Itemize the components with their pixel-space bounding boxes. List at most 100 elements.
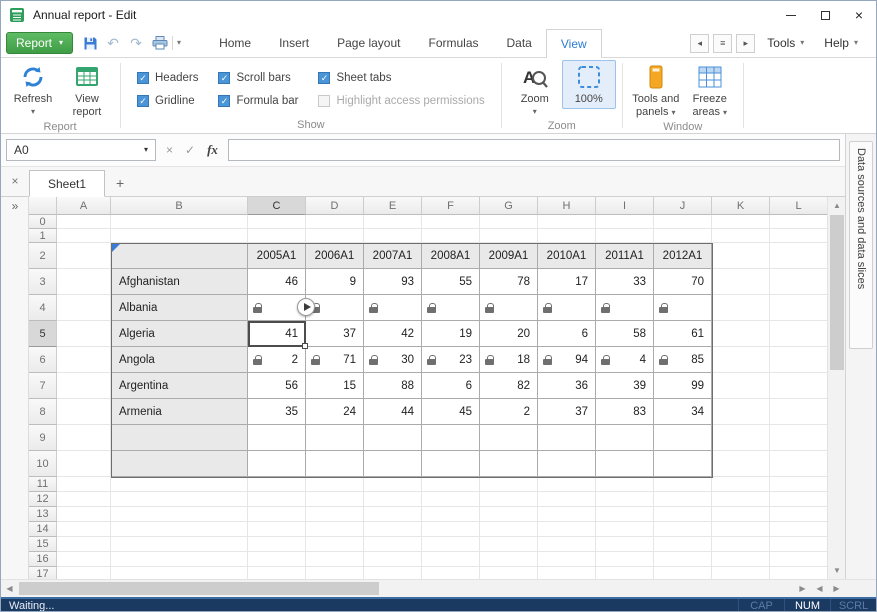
cell-L6[interactable] — [770, 347, 827, 373]
table-empty-cell-F10[interactable] — [422, 451, 480, 477]
cell-A7[interactable] — [57, 373, 111, 399]
confirm-entry-button[interactable]: ✓ — [185, 143, 195, 157]
report-menu-button[interactable]: Report ▾ — [6, 32, 73, 54]
cell-E13[interactable] — [364, 507, 422, 522]
cell-L7[interactable] — [770, 373, 827, 399]
table-corner-cell[interactable] — [111, 243, 248, 269]
column-header-F[interactable]: F — [422, 197, 480, 215]
cell-F12[interactable] — [422, 492, 480, 507]
table-empty-cell-H10[interactable] — [538, 451, 596, 477]
cell-B14[interactable] — [111, 522, 248, 537]
checkbox-box-sheet-tabs[interactable]: ✓ — [318, 72, 330, 84]
cell-A13[interactable] — [57, 507, 111, 522]
cell-K10[interactable] — [712, 451, 770, 477]
value-cell-E8[interactable]: 44 — [364, 399, 422, 425]
scroll-up-button[interactable]: ▲ — [828, 197, 846, 214]
cell-J1[interactable] — [654, 229, 712, 243]
year-header-cell-E2[interactable]: 2007A1 — [364, 243, 422, 269]
cell-D14[interactable] — [306, 522, 364, 537]
year-header-cell-C2[interactable]: 2005A1 — [248, 243, 306, 269]
cell-K11[interactable] — [712, 477, 770, 492]
cell-G17[interactable] — [480, 567, 538, 579]
tools-and-panels-button[interactable]: Tools and panels▾ — [629, 60, 683, 121]
cell-L13[interactable] — [770, 507, 827, 522]
row-header-9[interactable]: 9 — [29, 425, 57, 451]
cell-D11[interactable] — [306, 477, 364, 492]
cell-J15[interactable] — [654, 537, 712, 552]
grid-corner[interactable] — [29, 197, 57, 215]
cell-F0[interactable] — [422, 215, 480, 229]
cell-A12[interactable] — [57, 492, 111, 507]
cell-K12[interactable] — [712, 492, 770, 507]
checkbox-formula-bar[interactable]: ✓Formula bar — [218, 95, 298, 107]
cell-I11[interactable] — [596, 477, 654, 492]
name-box[interactable]: A0 ▾ — [6, 139, 156, 161]
cell-C17[interactable] — [248, 567, 306, 579]
cell-K16[interactable] — [712, 552, 770, 567]
cell-L15[interactable] — [770, 537, 827, 552]
cell-K17[interactable] — [712, 567, 770, 579]
row-header-12[interactable]: 12 — [29, 492, 57, 507]
data-sources-panel-tab[interactable]: Data sources and data slices — [849, 141, 873, 349]
cell-B11[interactable] — [111, 477, 248, 492]
value-cell-F3[interactable]: 55 — [422, 269, 480, 295]
country-cell-argentina[interactable]: Argentina — [111, 373, 248, 399]
value-cell-J6[interactable]: 85 — [654, 347, 712, 373]
zoom-100-button[interactable]: 100% — [562, 60, 616, 109]
table-empty-cell-J10[interactable] — [654, 451, 712, 477]
cell-L12[interactable] — [770, 492, 827, 507]
cell-C14[interactable] — [248, 522, 306, 537]
cell-L14[interactable] — [770, 522, 827, 537]
value-cell-I8[interactable]: 83 — [596, 399, 654, 425]
cell-C0[interactable] — [248, 215, 306, 229]
cell-A6[interactable] — [57, 347, 111, 373]
checkbox-box-scroll-bars[interactable]: ✓ — [218, 72, 230, 84]
table-empty-cell-G9[interactable] — [480, 425, 538, 451]
value-cell-J3[interactable]: 70 — [654, 269, 712, 295]
cell-A4[interactable] — [57, 295, 111, 321]
cell-F14[interactable] — [422, 522, 480, 537]
row-header-6[interactable]: 6 — [29, 347, 57, 373]
table-empty-cell-E9[interactable] — [364, 425, 422, 451]
value-cell-J8[interactable]: 34 — [654, 399, 712, 425]
cell-D15[interactable] — [306, 537, 364, 552]
country-cell-afghanistan[interactable]: Afghanistan — [111, 269, 248, 295]
cell-A8[interactable] — [57, 399, 111, 425]
horizontal-scroll-thumb[interactable] — [19, 582, 379, 595]
value-cell-J4[interactable] — [654, 295, 712, 321]
cell-D16[interactable] — [306, 552, 364, 567]
cell-A1[interactable] — [57, 229, 111, 243]
country-cell-algeria[interactable]: Algeria — [111, 321, 248, 347]
cell-D1[interactable] — [306, 229, 364, 243]
nav-right-button[interactable]: ▸ — [736, 34, 755, 53]
value-cell-E3[interactable]: 93 — [364, 269, 422, 295]
row-header-7[interactable]: 7 — [29, 373, 57, 399]
column-header-H[interactable]: H — [538, 197, 596, 215]
checkbox-headers[interactable]: ✓Headers — [137, 72, 198, 84]
cell-E14[interactable] — [364, 522, 422, 537]
value-cell-G4[interactable] — [480, 295, 538, 321]
value-cell-H3[interactable]: 17 — [538, 269, 596, 295]
cell-L11[interactable] — [770, 477, 827, 492]
cell-G0[interactable] — [480, 215, 538, 229]
value-cell-G7[interactable]: 82 — [480, 373, 538, 399]
country-cell-armenia[interactable]: Armenia — [111, 399, 248, 425]
cell-J11[interactable] — [654, 477, 712, 492]
tools-menu[interactable]: Tools ▾ — [759, 36, 812, 50]
freeze-areas-button[interactable]: Freeze areas▾ — [683, 60, 737, 121]
value-cell-I3[interactable]: 33 — [596, 269, 654, 295]
row-header-2[interactable]: 2 — [29, 243, 57, 269]
table-empty-cell-D9[interactable] — [306, 425, 364, 451]
value-cell-C5[interactable]: 41 — [248, 321, 306, 347]
help-menu[interactable]: Help ▾ — [816, 36, 866, 50]
cell-K7[interactable] — [712, 373, 770, 399]
column-header-A[interactable]: A — [57, 197, 111, 215]
cell-A2[interactable] — [57, 243, 111, 269]
tab-page-layout[interactable]: Page layout — [323, 29, 414, 58]
table-empty-cell-H9[interactable] — [538, 425, 596, 451]
column-header-D[interactable]: D — [306, 197, 364, 215]
column-header-J[interactable]: J — [654, 197, 712, 215]
cell-K6[interactable] — [712, 347, 770, 373]
cell-K2[interactable] — [712, 243, 770, 269]
year-header-cell-G2[interactable]: 2009A1 — [480, 243, 538, 269]
